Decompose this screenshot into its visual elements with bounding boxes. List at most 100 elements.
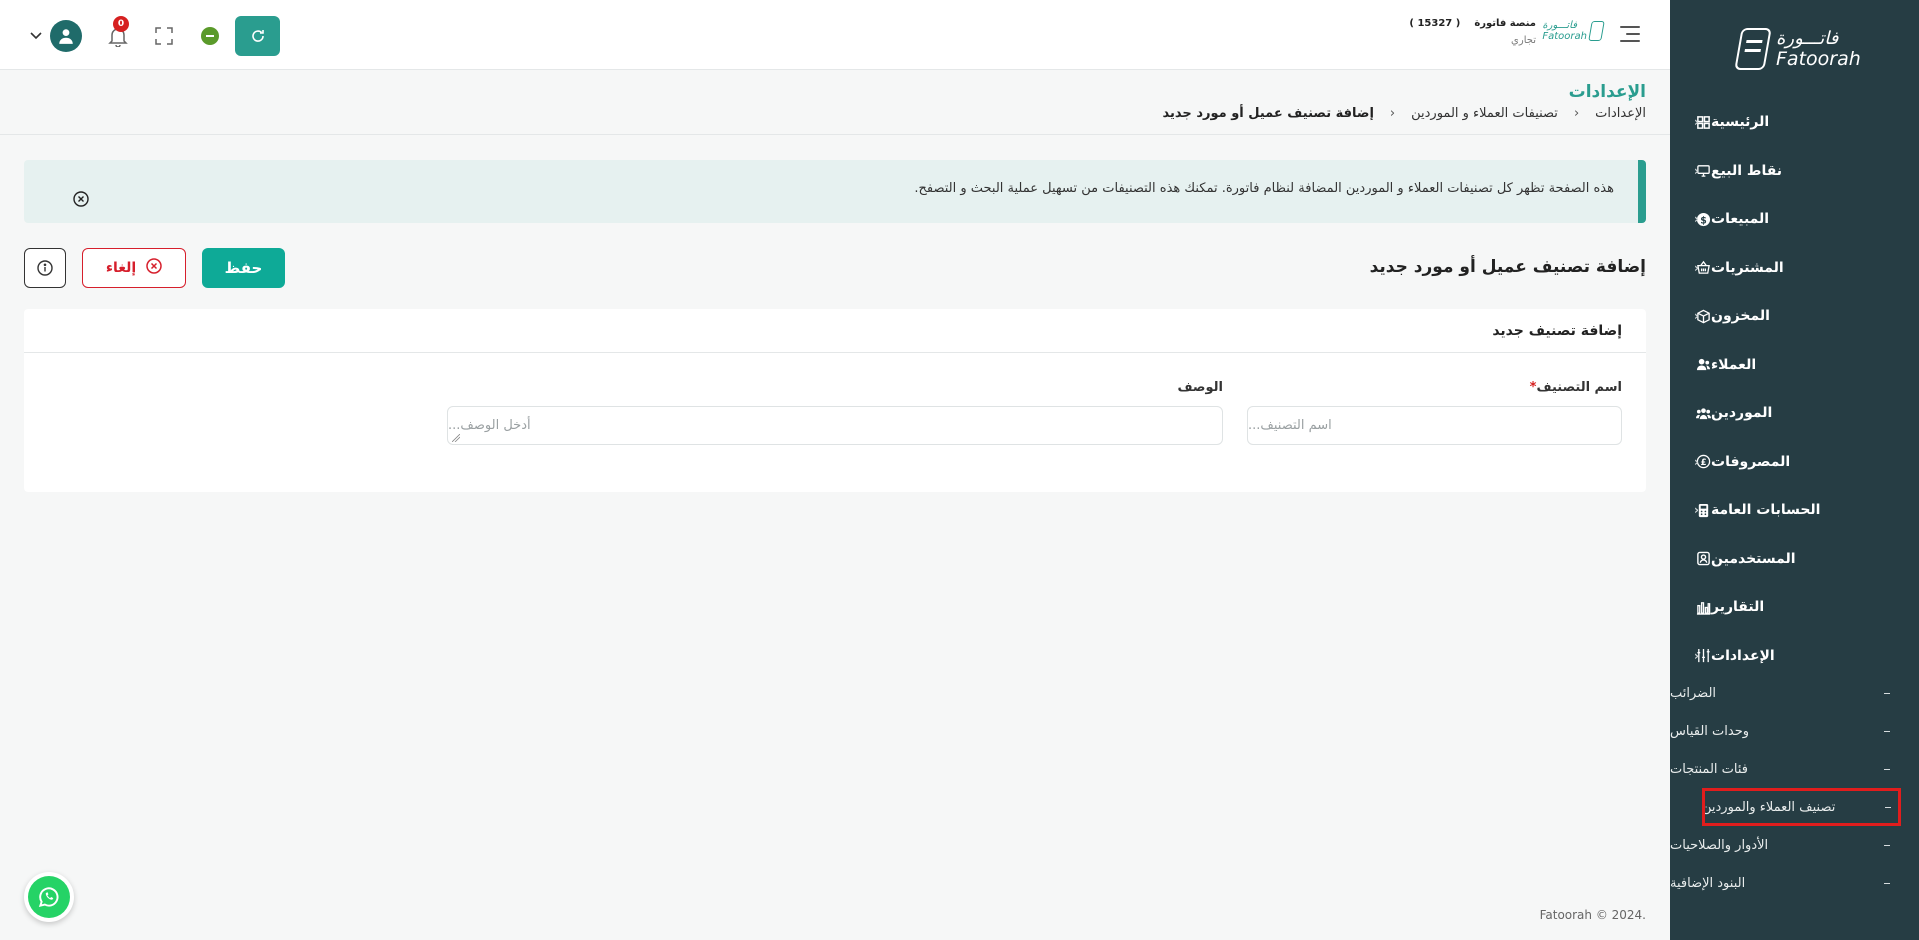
card-header: إضافة تصنيف جديد [24,309,1646,353]
sidebar-subitem-roles[interactable]: الأدوار والصلاحيات [1670,826,1919,864]
breadcrumb: الإعدادات ‹ تصنيفات العملاء و الموردين ‹… [1163,106,1646,121]
page-title: الإعدادات [1568,82,1646,102]
svg-text:£: £ [1700,457,1706,467]
topbar: فاتـــورة Fatoorah منصة فاتورة ( 15327 ) ت… [0,0,1670,70]
topbar-actions: 0 [30,16,280,56]
subitem-label: وحدات القياس [1670,723,1750,739]
chevron-left-icon: ‹ [1389,106,1396,121]
sidebar-item-settings[interactable]: الإعدادات ‹ [1670,632,1919,681]
notification-badge: 0 [113,16,129,32]
sidebar-nav: الرئيسية ‹ نقاط البيع ‹ المبيعات $ ‹ الم… [1670,98,1919,680]
dash-icon [1885,807,1891,808]
whatsapp-button[interactable] [24,872,74,922]
name-label-text: اسم التصنيف [1536,380,1622,395]
sidebar-subitem-extra-items[interactable]: البنود الإضافية [1670,864,1919,902]
sidebar-subitem-product-categories[interactable]: فئات المنتجات [1670,750,1919,788]
close-alert-icon[interactable] [73,191,89,207]
subitem-label: الضرائب [1670,685,1717,701]
sidebar-subitem-units[interactable]: وحدات القياس [1670,712,1919,750]
close-circle-icon [146,258,162,278]
saudi-flag-icon[interactable] [201,27,219,45]
refresh-button[interactable] [235,16,280,56]
chevron-left-icon: ‹ [1573,106,1580,121]
brand-mini-ar: فاتـــورة [1542,20,1578,31]
chevron-left-icon: ‹ [1694,260,1699,275]
chevron-left-icon: ‹ [1694,309,1699,324]
company-name: منصة فاتورة [1474,18,1536,29]
company-info: منصة فاتورة ( 15327 ) تجاري [1409,18,1536,46]
chevron-left-icon: ‹ [1694,163,1699,178]
sidebar-item-label: المصروفات [1711,453,1791,470]
cancel-button[interactable]: إلغاء [82,248,186,288]
dash-icon [1884,693,1890,694]
sidebar-item-reports[interactable]: التقارير [1670,583,1919,632]
dash-icon [1884,883,1890,884]
sidebar-item-label: المبيعات [1711,211,1770,228]
sidebar-item-label: الحسابات العامة [1711,502,1821,519]
sidebar-item-label: الإعدادات [1711,647,1775,664]
sidebar-logo[interactable]: فاتـــورة Fatoorah [1734,27,1861,70]
chevron-left-icon: ‹ [1694,212,1699,227]
chevron-left-icon: ‹ [1694,454,1699,469]
settings-subnav: الضرائب وحدات القياس فئات المنتجات تصنيف… [1670,674,1919,902]
form-title: إضافة تصنيف عميل أو مورد جديد [1369,257,1646,277]
sidebar-item-sales[interactable]: المبيعات $ ‹ [1670,195,1919,244]
save-button[interactable]: حفظ [202,248,285,288]
sidebar-item-pos[interactable]: نقاط البيع ‹ [1670,147,1919,196]
logo-name-ar: فاتـــورة [1776,27,1839,49]
sidebar-subitem-taxes[interactable]: الضرائب [1670,674,1919,712]
subitem-label: الأدوار والصلاحيات [1670,837,1769,853]
chevron-left-icon: ‹ [1694,503,1699,518]
cancel-label: إلغاء [105,260,137,276]
category-name-input[interactable]: اسم التصنيف... [1247,406,1622,445]
info-icon [37,260,53,276]
info-button[interactable] [24,248,66,288]
divider [0,134,1670,135]
refresh-icon [251,30,264,42]
sidebar-item-customers[interactable]: العملاء [1670,341,1919,390]
subitem-label: فئات المنتجات [1670,761,1748,777]
fatoorah-logo-icon [1588,21,1605,41]
group-icon [1695,405,1711,421]
company-id: ( 15327 ) [1409,18,1461,29]
sidebar-item-inventory[interactable]: المخزون ‹ [1670,292,1919,341]
dash-icon [1884,769,1890,770]
chevron-down-icon[interactable] [30,29,44,43]
sidebar-item-purchases[interactable]: المشتريات ‹ [1670,244,1919,293]
avatar[interactable] [50,20,82,52]
card-title: إضافة تصنيف جديد [1492,322,1622,339]
sidebar-item-label: المستخدمين [1711,550,1796,567]
description-placeholder: أدخل الوصف... [448,418,531,433]
subitem-label: البنود الإضافية [1670,875,1746,891]
sidebar-item-home[interactable]: الرئيسية ‹ [1670,98,1919,147]
fatoorah-logo-icon [1734,28,1772,70]
menu-icon[interactable] [1620,26,1640,47]
subitem-label: تصنيف العملاء والموردين [1702,799,1836,815]
sidebar-item-suppliers[interactable]: الموردين [1670,389,1919,438]
brand-mini-logo: فاتـــورة Fatoorah [1542,20,1605,42]
breadcrumb-item[interactable]: تصنيفات العملاء و الموردين [1411,106,1558,121]
fullscreen-icon[interactable] [155,27,173,45]
resize-handle-icon[interactable] [452,434,460,442]
sidebar-item-label: المخزون [1711,308,1770,325]
sidebar: فاتـــورة Fatoorah الرئيسية ‹ نقاط البيع… [1670,0,1919,940]
dash-icon [1884,731,1890,732]
sidebar-item-label: المشتريات [1711,259,1784,276]
alert-text: هذه الصفحة تظهر كل تصنيفات العملاء و الم… [914,181,1614,196]
footer-copyright: Fatoorah © 2024. [1539,908,1646,922]
info-alert: هذه الصفحة تظهر كل تصنيفات العملاء و الم… [24,160,1646,223]
notifications-button[interactable]: 0 [108,16,130,48]
breadcrumb-item[interactable]: الإعدادات [1595,106,1646,121]
whatsapp-icon [38,887,59,908]
user-card-icon [1695,551,1711,567]
chart-icon [1695,599,1711,615]
sidebar-subitem-customer-supplier-categories[interactable]: تصنيف العملاء والموردين [1702,788,1901,826]
sidebar-item-users[interactable]: المستخدمين [1670,535,1919,584]
sidebar-item-label: التقارير [1711,599,1765,616]
sidebar-item-accounts[interactable]: الحسابات العامة ‹ [1670,486,1919,535]
chevron-left-icon: ‹ [1694,115,1699,130]
company-type: تجاري [1511,35,1536,46]
sidebar-item-expenses[interactable]: المصروفات £ ‹ [1670,438,1919,487]
sidebar-item-label: نقاط البيع [1711,162,1783,179]
description-textarea[interactable]: أدخل الوصف... [447,406,1223,445]
